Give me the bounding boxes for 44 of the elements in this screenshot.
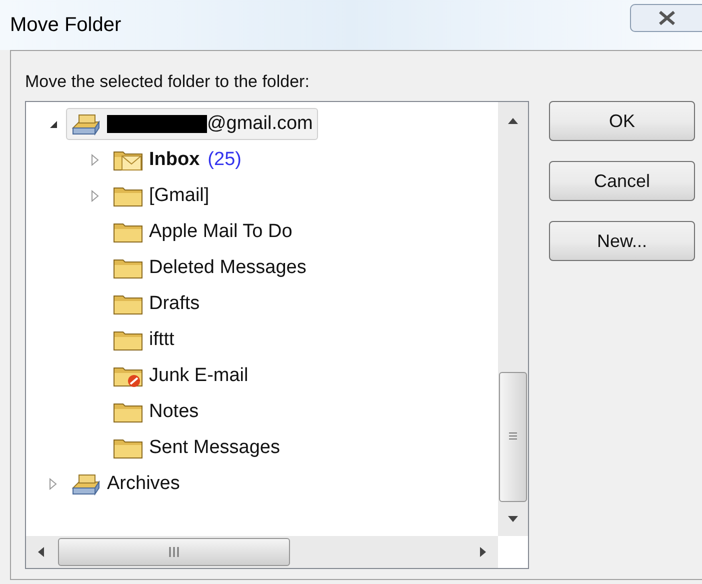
folder-name: Junk E-mail [149,364,248,388]
folder-item[interactable]: @gmail.com [66,108,318,140]
prompt-label: Move the selected folder to the folder: [25,71,310,93]
vertical-scrollbar[interactable] [498,102,528,536]
close-icon [656,10,676,26]
collapsed-arrow-icon[interactable] [90,190,100,202]
data-file-icon [71,472,101,496]
folder-name: Sent Messages [149,436,280,460]
dialog-button[interactable]: Cancel [549,161,695,201]
dialog-button[interactable]: New... [549,221,695,261]
folder-name: Notes [149,400,199,424]
data-file-icon [71,112,101,136]
expanded-arrow-icon[interactable] [48,119,58,129]
horizontal-scrollbar[interactable] [26,536,498,568]
folder-name: Deleted Messages [149,256,306,280]
folder-item[interactable]: Inbox (25) [108,144,246,176]
scroll-down-icon[interactable] [508,516,518,522]
folder-item[interactable]: Deleted Messages [108,252,312,284]
folder-item[interactable]: Archives [66,468,185,500]
folder-item[interactable]: Sent Messages [108,432,285,464]
folder-name: Archives [107,472,180,496]
folder-name: ifttt [149,328,174,352]
collapsed-arrow-icon[interactable] [48,478,58,490]
folder-item[interactable]: Apple Mail To Do [108,216,298,248]
folder-item[interactable]: Notes [108,396,204,428]
folder-item[interactable]: Drafts [108,288,205,320]
scroll-thumb[interactable] [499,372,527,502]
close-button[interactable] [630,4,702,32]
window-title: Move Folder [10,13,122,38]
folder-name: Inbox [149,148,200,172]
collapsed-arrow-icon[interactable] [90,154,100,166]
folder-item[interactable]: Junk E-mail [108,360,254,392]
folder-item[interactable]: ifttt [108,324,180,356]
dialog-button[interactable]: OK [549,101,695,141]
scroll-thumb[interactable] [58,538,290,566]
folder-name: Apple Mail To Do [149,220,292,244]
folder-name: Drafts [149,292,200,316]
scroll-right-icon[interactable] [480,547,486,557]
unread-count: (25) [208,148,242,172]
folder-item[interactable]: [Gmail] [108,180,214,212]
scroll-up-icon[interactable] [508,118,518,124]
folder-name: [Gmail] [149,184,210,208]
scroll-left-icon[interactable] [38,547,44,557]
folder-name: @gmail.com [207,112,313,136]
